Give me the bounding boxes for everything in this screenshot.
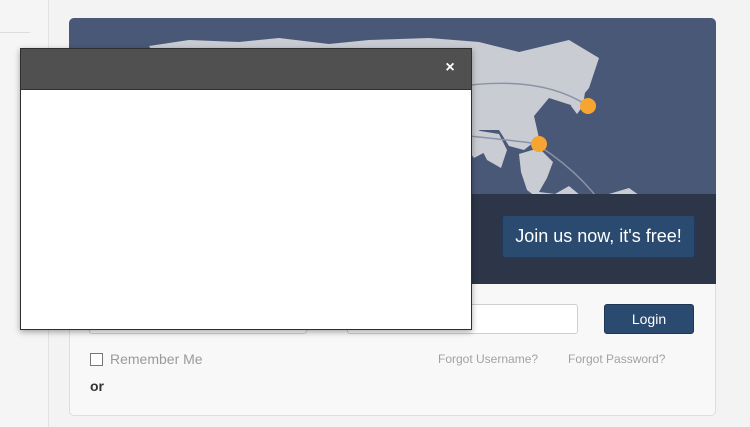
sidebar-divider xyxy=(0,32,30,33)
login-button[interactable]: Login xyxy=(604,304,694,334)
close-icon[interactable]: × xyxy=(441,59,459,77)
remember-me-label: Remember Me xyxy=(110,351,203,367)
join-now-button[interactable]: Join us now, it's free! xyxy=(502,215,695,258)
or-separator: or xyxy=(90,378,104,394)
page: Join us now, it's free! Login Remember M… xyxy=(0,0,750,427)
forgot-password-link[interactable]: Forgot Password? xyxy=(568,352,665,366)
map-marker-japan xyxy=(580,98,596,114)
forgot-username-link[interactable]: Forgot Username? xyxy=(438,352,538,366)
remember-me-checkbox[interactable] xyxy=(90,353,103,366)
modal-header: × xyxy=(21,49,471,90)
map-marker-southeast-asia xyxy=(531,136,547,152)
modal-dialog: × xyxy=(20,48,472,330)
